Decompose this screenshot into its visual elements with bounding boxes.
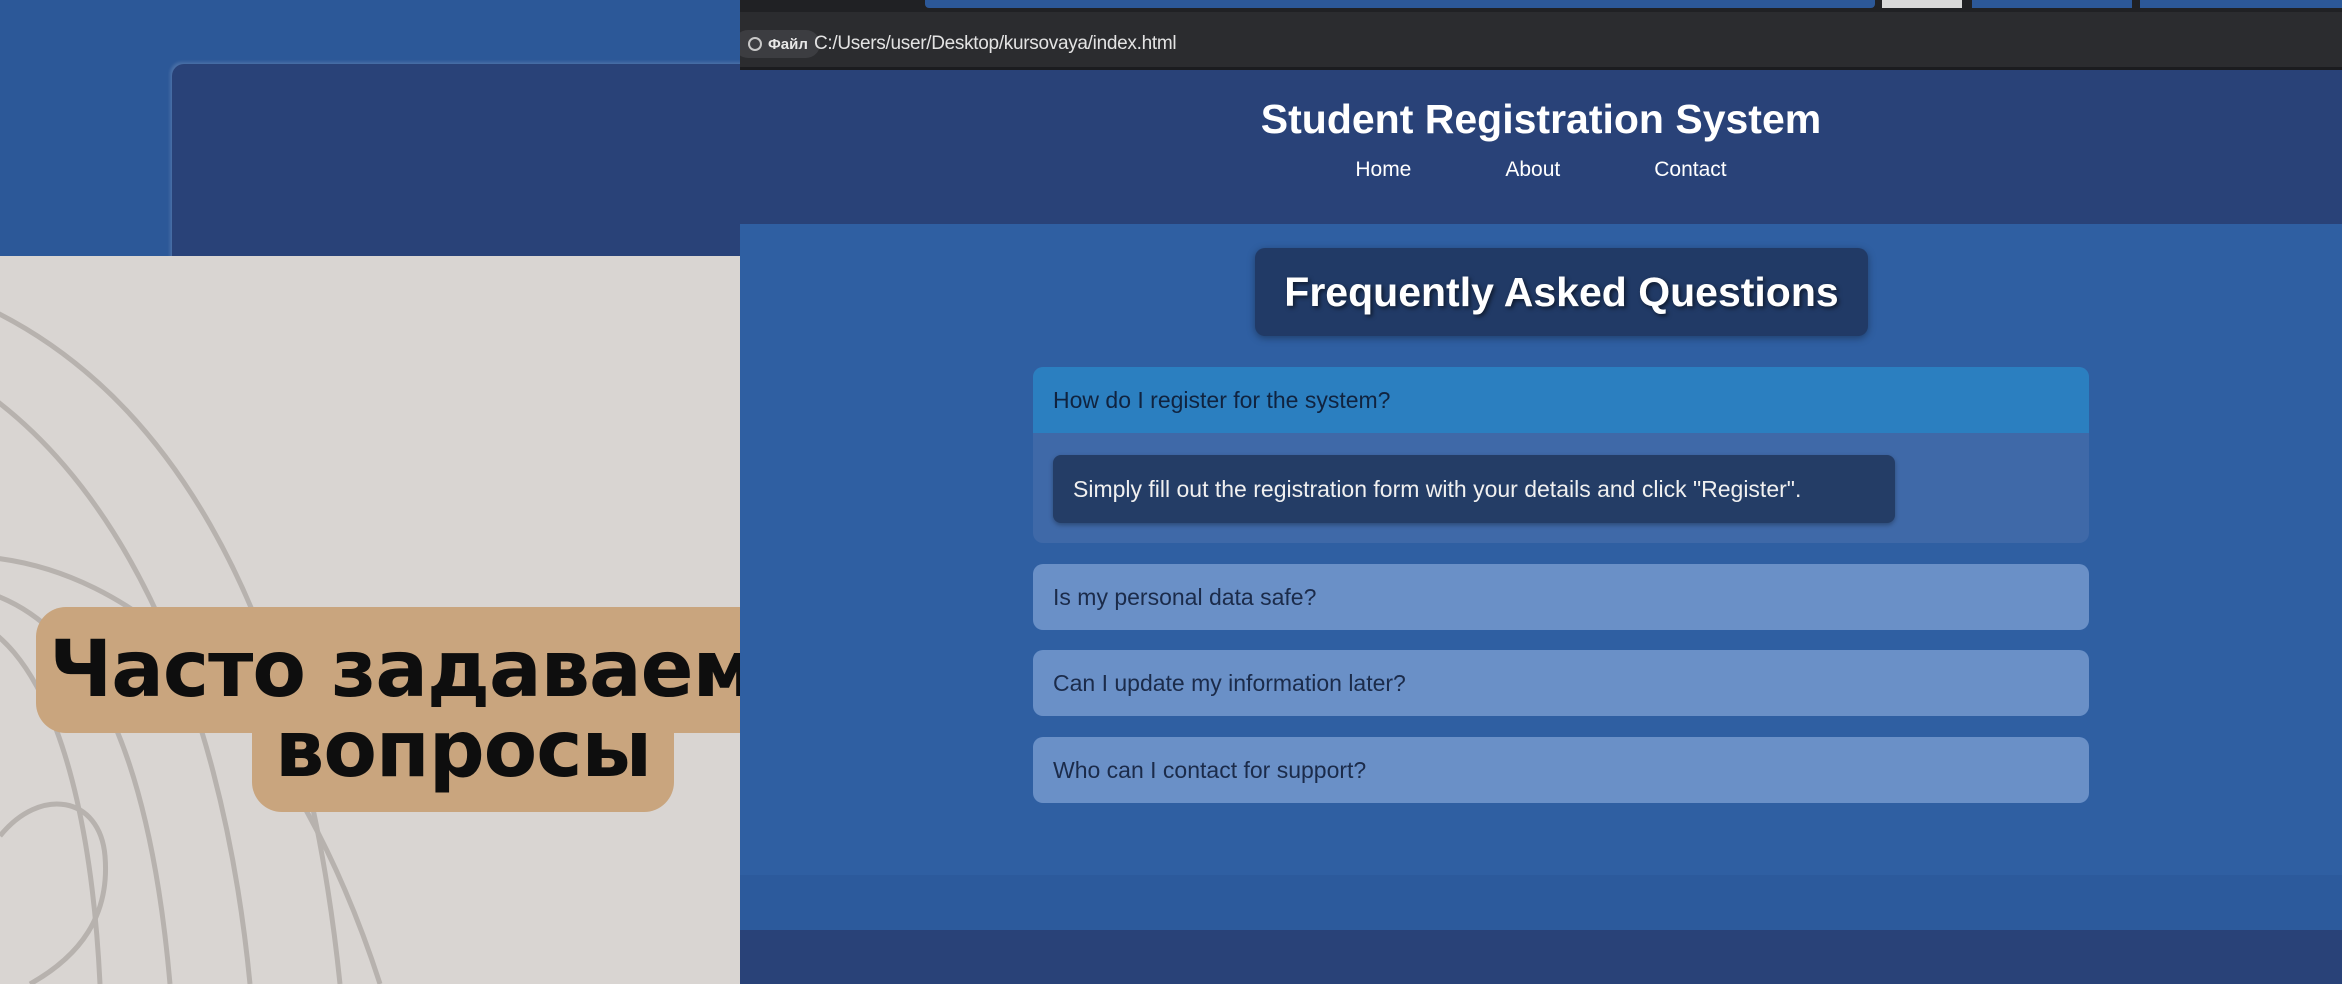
faq-question-text: Who can I contact for support? [1053, 757, 1367, 783]
faq-question-button[interactable]: Who can I contact for support? [1033, 737, 2089, 803]
faq-heading-box: Frequently Asked Questions [1255, 248, 1868, 336]
faq-question-button[interactable]: Is my personal data safe? [1033, 564, 2089, 630]
site-footer [740, 930, 2342, 984]
nav-link-contact[interactable]: Contact [1654, 158, 1726, 182]
faq-question-text: Is my personal data safe? [1053, 584, 1317, 610]
slide-background-card [172, 64, 772, 284]
faq-question-button[interactable]: Can I update my information later? [1033, 650, 2089, 716]
browser-tab-active[interactable] [925, 0, 1875, 8]
browser-tab[interactable] [2140, 0, 2342, 8]
tab-strip [740, 0, 2342, 12]
browser-tab[interactable] [1882, 0, 1962, 8]
site-header: Student Registration System Home About C… [740, 70, 2342, 224]
site-info-chip[interactable]: Файл [740, 30, 820, 58]
faq-question-text: Can I update my information later? [1053, 670, 1406, 696]
faq-question-button[interactable]: How do I register for the system? [1033, 367, 2089, 433]
faq-question-text: How do I register for the system? [1053, 387, 1391, 413]
faq-heading: Frequently Asked Questions [1284, 269, 1839, 315]
slide-title-line-2: вопросы [274, 705, 652, 795]
faq-answer-box: Simply fill out the registration form wi… [1053, 455, 1895, 523]
site-title: Student Registration System [1260, 96, 1822, 142]
address-bar[interactable]: Файл C:/Users/user/Desktop/kursovaya/ind… [740, 12, 2342, 70]
info-icon [748, 37, 762, 51]
nav-link-home[interactable]: Home [1355, 158, 1411, 182]
url-text[interactable]: C:/Users/user/Desktop/kursovaya/index.ht… [814, 30, 1177, 58]
main-nav: Home About Contact [740, 158, 2342, 182]
faq-item-expanded: How do I register for the system? Simply… [1033, 367, 2089, 543]
file-scheme-label: Файл [768, 35, 808, 53]
browser-tab[interactable] [1972, 0, 2132, 8]
page-bottom-band [740, 875, 2342, 930]
browser-window: Файл C:/Users/user/Desktop/kursovaya/ind… [740, 0, 2342, 984]
nav-link-about[interactable]: About [1505, 158, 1560, 182]
faq-answer-text: Simply fill out the registration form wi… [1073, 476, 1802, 502]
